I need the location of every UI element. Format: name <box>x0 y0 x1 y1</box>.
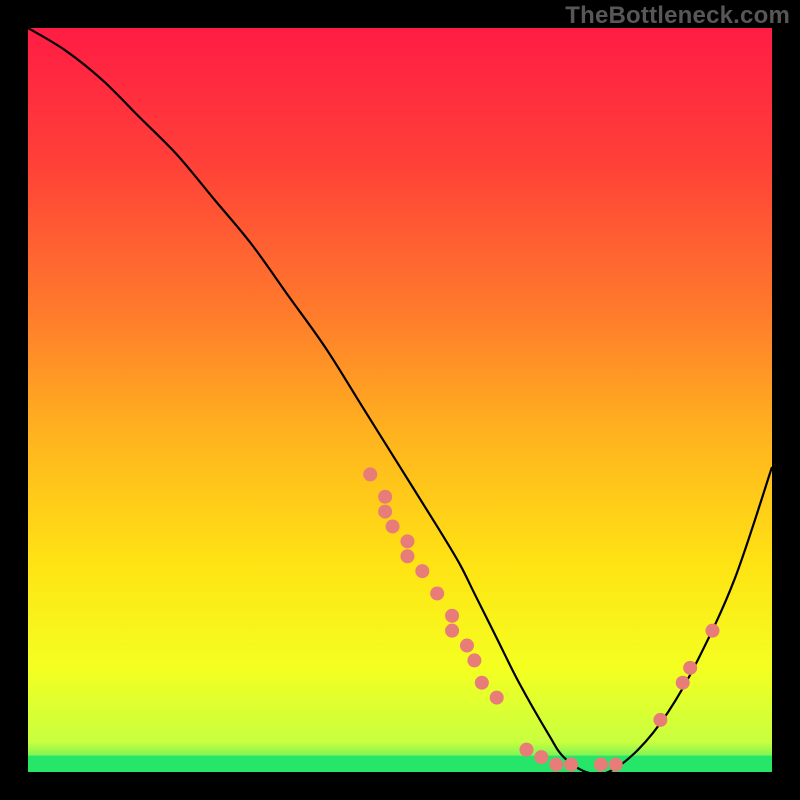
sample-point <box>490 691 504 705</box>
sample-point <box>549 758 563 772</box>
optimal-band <box>28 756 772 772</box>
watermark-text: TheBottleneck.com <box>565 2 790 30</box>
sample-point <box>653 713 667 727</box>
sample-point <box>386 519 400 533</box>
plot-area <box>28 28 772 772</box>
sample-point <box>400 534 414 548</box>
sample-point <box>363 467 377 481</box>
sample-point <box>378 490 392 504</box>
sample-point <box>534 750 548 764</box>
sample-point <box>378 505 392 519</box>
sample-point <box>445 609 459 623</box>
sample-point <box>683 661 697 675</box>
sample-point <box>609 758 623 772</box>
gradient-background <box>28 28 772 772</box>
sample-point <box>705 624 719 638</box>
sample-point <box>430 586 444 600</box>
sample-point <box>400 549 414 563</box>
sample-point <box>460 639 474 653</box>
bottleneck-chart <box>28 28 772 772</box>
sample-point <box>594 758 608 772</box>
sample-point <box>475 676 489 690</box>
sample-point <box>467 653 481 667</box>
sample-point <box>445 624 459 638</box>
chart-frame: TheBottleneck.com <box>0 0 800 800</box>
sample-point <box>676 676 690 690</box>
sample-point <box>564 758 578 772</box>
sample-point <box>519 743 533 757</box>
sample-point <box>415 564 429 578</box>
